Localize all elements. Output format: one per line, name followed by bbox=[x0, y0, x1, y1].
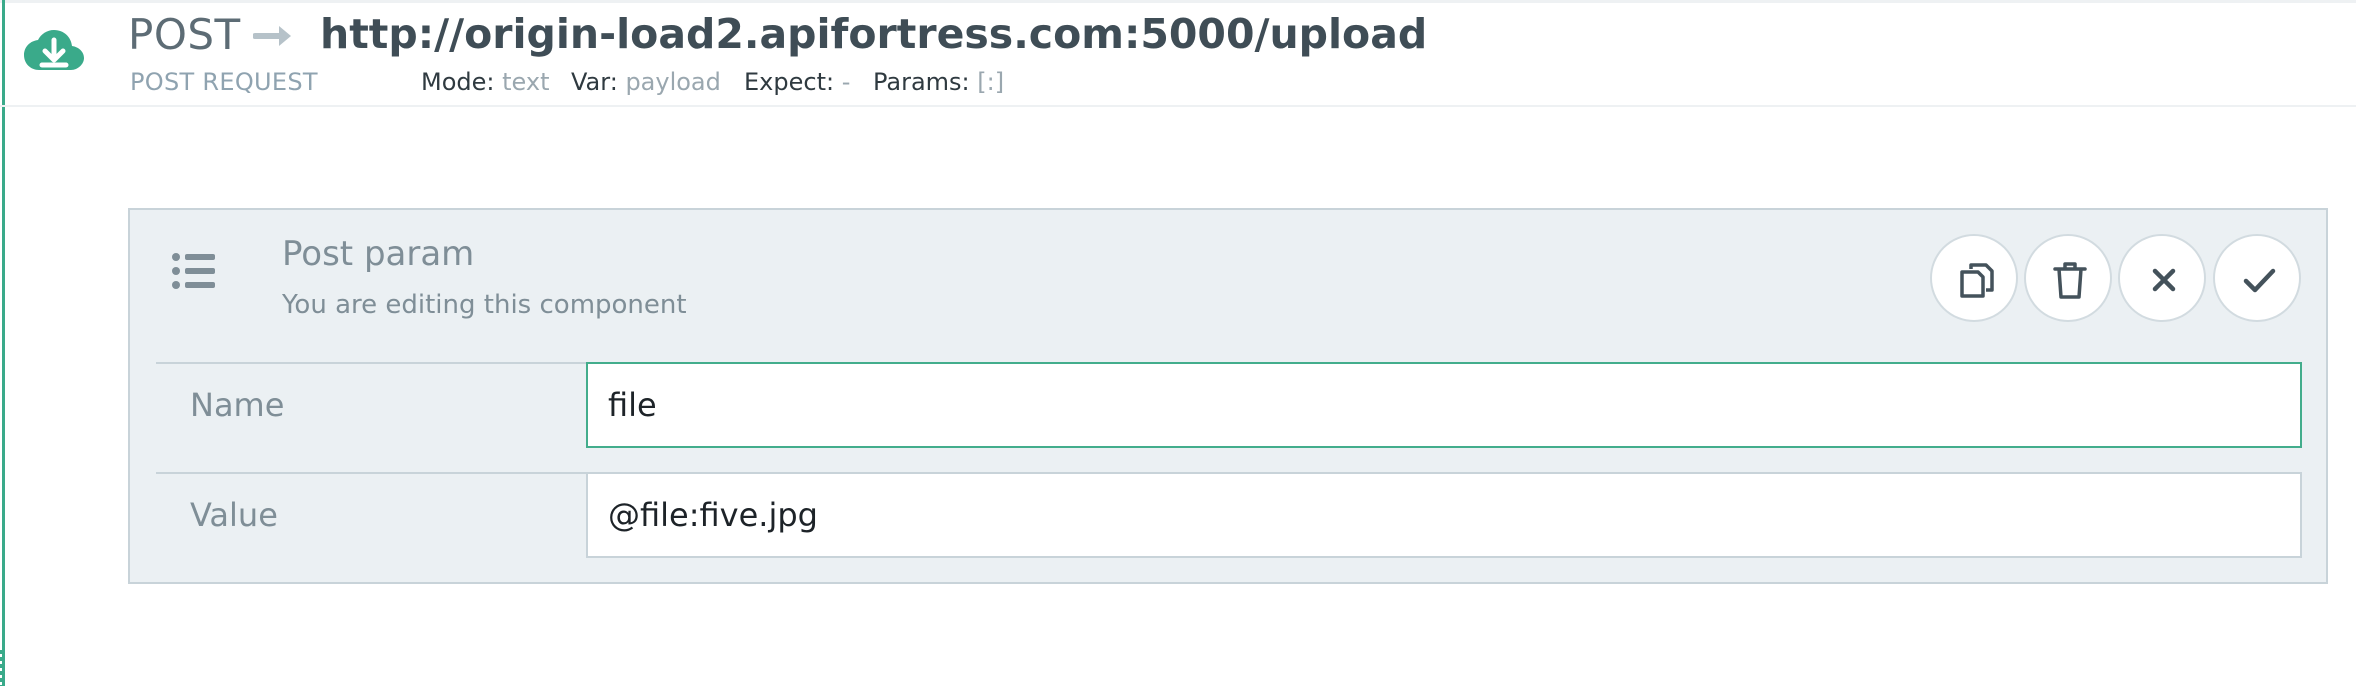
value-input[interactable] bbox=[586, 472, 2302, 558]
meta-var-label: Var: bbox=[571, 68, 618, 96]
check-icon bbox=[2243, 268, 2276, 293]
meta-params-label: Params: bbox=[873, 68, 970, 96]
trash-icon bbox=[2053, 262, 2087, 299]
post-param-editor: Post param You are editing this componen… bbox=[128, 208, 2328, 584]
name-label: Name bbox=[190, 386, 285, 424]
request-method: POST bbox=[128, 10, 241, 59]
left-accent-dashes bbox=[0, 650, 4, 686]
copy-button[interactable] bbox=[1930, 234, 2018, 322]
close-icon bbox=[2152, 268, 2176, 292]
list-icon[interactable] bbox=[172, 252, 216, 290]
delete-button[interactable] bbox=[2024, 234, 2112, 322]
value-row: Value bbox=[156, 472, 2302, 558]
component-title: Post param bbox=[282, 234, 475, 274]
arrow-right-icon bbox=[252, 18, 295, 54]
meta-params-value: [:] bbox=[977, 68, 1005, 96]
meta-params: Params: [:] bbox=[873, 68, 1004, 96]
meta-mode: Mode: text bbox=[421, 68, 550, 96]
request-type-label: POST REQUEST bbox=[130, 68, 318, 96]
value-label: Value bbox=[190, 496, 278, 534]
request-header[interactable]: POST http://origin-load2.apifortress.com… bbox=[0, 0, 2356, 107]
name-input[interactable] bbox=[586, 362, 2302, 448]
cloud-download-icon bbox=[22, 24, 86, 80]
meta-expect-label: Expect: bbox=[744, 68, 835, 96]
name-row: Name bbox=[156, 362, 2302, 448]
meta-var: Var: payload bbox=[571, 68, 721, 96]
confirm-button[interactable] bbox=[2213, 234, 2301, 322]
meta-expect: Expect: - bbox=[744, 68, 850, 96]
meta-mode-label: Mode: bbox=[421, 68, 495, 96]
request-url: http://origin-load2.apifortress.com:5000… bbox=[320, 10, 1428, 58]
meta-var-value: payload bbox=[625, 68, 721, 96]
meta-mode-value: text bbox=[502, 68, 550, 96]
cancel-button[interactable] bbox=[2118, 234, 2206, 322]
meta-expect-value: - bbox=[841, 68, 851, 96]
component-subtitle: You are editing this component bbox=[282, 290, 687, 320]
copy-icon bbox=[1960, 263, 1994, 298]
